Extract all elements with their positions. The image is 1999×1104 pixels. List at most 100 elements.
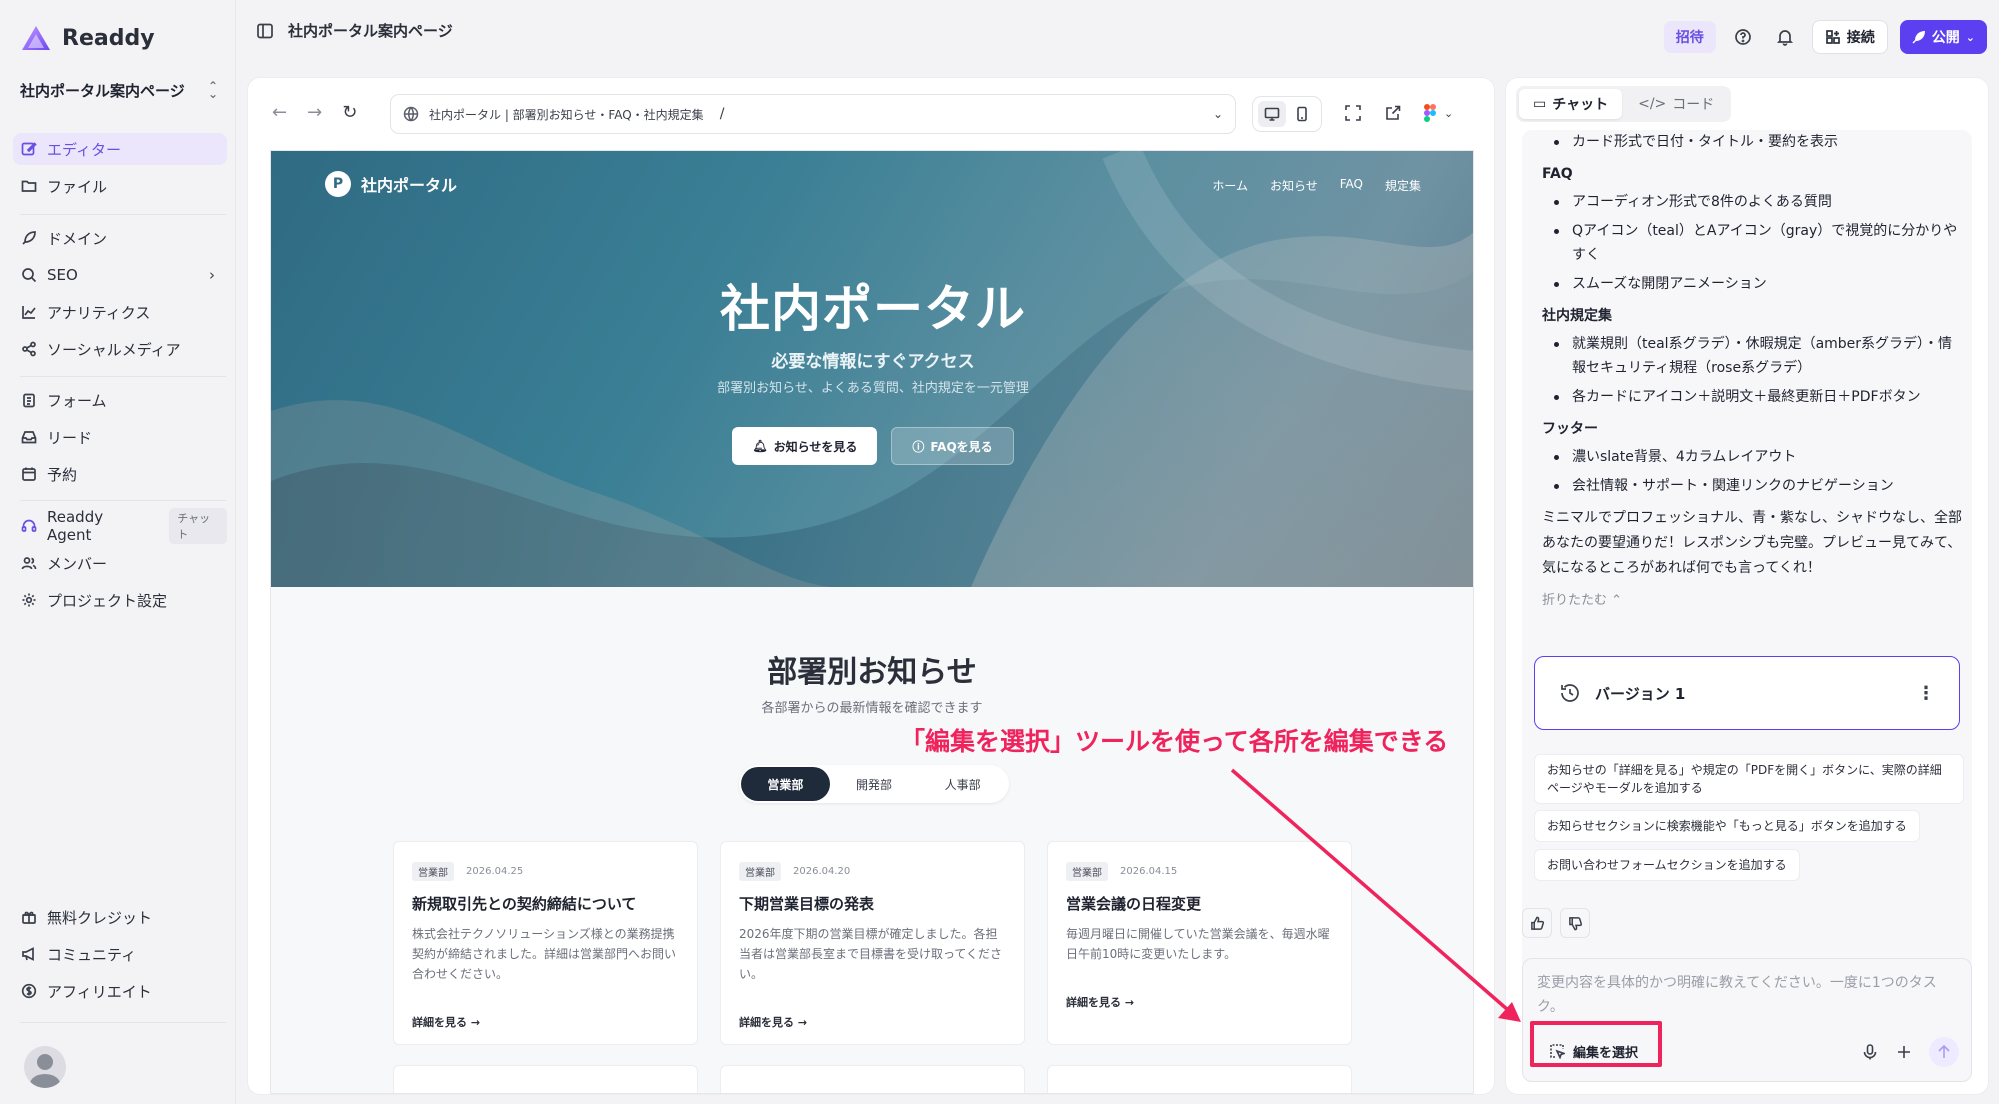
news-card[interactable]: 営業部 2026.04.20 下期営業目標の発表 2026年度下期の営業目標が確定… [720, 841, 1025, 1045]
rules-heading: 社内規定集 [1542, 308, 1612, 324]
view-faq-button[interactable]: ⓘ FAQを見る [891, 427, 1014, 465]
browser-nav: ← → ↻ [272, 102, 357, 123]
view-news-button[interactable]: 🔔︎ お知らせを見る [732, 427, 878, 465]
connect-button[interactable]: 接続 [1811, 20, 1888, 54]
app-name: Readdy [62, 25, 155, 51]
readdy-logo[interactable]: Readdy [20, 24, 155, 52]
hero-title: 社内ポータル [720, 280, 1026, 338]
version-card[interactable]: バージョン 1 ⋮ [1534, 656, 1960, 730]
site-logo-text: 社内ポータル [361, 176, 458, 195]
tab-code[interactable]: </> コード [1624, 89, 1728, 119]
mobile-view-button[interactable] [1288, 101, 1316, 127]
microphone-icon[interactable] [1861, 1043, 1879, 1061]
site-preview[interactable]: P 社内ポータル ホーム お知らせ FAQ 規定集 社内ポータル 必要な情報にす… [270, 150, 1474, 1094]
forward-arrow-icon[interactable]: → [307, 102, 322, 123]
suggestion-chip[interactable]: お知らせの「詳細を見る」や規定の「PDFを開く」ボタンに、実際の詳細ページやモー… [1534, 754, 1964, 804]
fullscreen-icon[interactable] [1344, 104, 1362, 122]
sidebar-item-label: リード [47, 428, 93, 447]
news-date: 2026.04.25 [466, 866, 524, 877]
thumbs-up-button[interactable] [1522, 908, 1552, 938]
desktop-view-button[interactable] [1258, 101, 1286, 127]
site-nav-faq[interactable]: FAQ [1340, 177, 1363, 194]
collapse-toggle[interactable]: 折りたたむ ⌃ [1542, 589, 1966, 613]
news-card-partial[interactable] [1047, 1065, 1352, 1093]
news-section-title: 部署別お知らせ [767, 655, 977, 690]
suggestion-chip[interactable]: お知らせセクションに検索機能や「もっと見る」ボタンを追加する [1534, 810, 1920, 842]
sidebar-item-label: SEO [47, 266, 78, 284]
chat-code-tabs: ▭ チャット </> コード [1516, 86, 1732, 122]
notifications-button[interactable] [1770, 22, 1800, 52]
sidebar-item-label: ファイル [47, 177, 108, 196]
thumbs-down-button[interactable] [1560, 908, 1590, 938]
invite-button[interactable]: 招待 [1663, 21, 1716, 53]
news-more-link[interactable]: 詳細を見る → [739, 1014, 807, 1030]
project-selector[interactable]: 社内ポータル案内ページ ⌃ ⌄ [14, 70, 226, 110]
news-card-partial[interactable] [393, 1065, 698, 1093]
sidebar-item-readdy-agent[interactable]: Readdy Agent チャット [13, 508, 227, 544]
news-more-link[interactable]: 詳細を見る → [412, 1014, 480, 1030]
sidebar-item-analytics[interactable]: アナリティクス [13, 296, 227, 328]
device-switcher [1252, 96, 1322, 132]
sidebar-item-members[interactable]: メンバー [13, 547, 227, 579]
preview-panel: ← → ↻ 社内ポータル | 部署別お知らせ・FAQ・社内規定集 / ⌄ ⌄ P… [248, 78, 1494, 1094]
more-options-icon[interactable]: ⋮ [1917, 683, 1935, 704]
composer-tools [1861, 1037, 1959, 1067]
sidebar-toggle-icon[interactable] [256, 22, 274, 40]
bell-icon [1776, 30, 1793, 46]
site-nav-rules[interactable]: 規定集 [1385, 177, 1421, 194]
news-body: 毎週月曜日に開催していた営業会議を、毎週水曜日午前10時に変更いたします。 [1066, 927, 1330, 961]
news-card[interactable]: 営業部 2026.04.15 営業会議の日程変更 毎週月曜日に開催していた営業会議… [1047, 841, 1352, 1045]
send-button[interactable] [1929, 1037, 1959, 1067]
code-icon: </> [1638, 96, 1667, 112]
tab-sales[interactable]: 営業部 [741, 767, 830, 801]
tab-hr[interactable]: 人事部 [918, 767, 1007, 801]
help-button[interactable] [1728, 22, 1758, 52]
site-nav-news[interactable]: お知らせ [1270, 177, 1318, 194]
sidebar-item-forms[interactable]: フォーム [13, 384, 227, 416]
tab-development[interactable]: 開発部 [830, 767, 919, 801]
chat-messages[interactable]: カード形式で日付・タイトル・要約を表示 FAQ アコーディオン形式で8件のよくあ… [1522, 130, 1972, 970]
site-nav-home[interactable]: ホーム [1212, 177, 1248, 194]
rocket-icon [22, 231, 36, 245]
news-more-link[interactable]: 詳細を見る → [1066, 994, 1134, 1010]
sidebar-item-label: 無料クレジット [47, 908, 153, 927]
sidebar-divider [20, 376, 226, 377]
tab-chat[interactable]: ▭ チャット [1519, 89, 1623, 119]
publish-button[interactable]: 公開 ⌄ [1899, 20, 1987, 54]
back-arrow-icon[interactable]: ← [272, 102, 287, 123]
figma-menu[interactable]: ⌄ [1424, 104, 1453, 122]
news-card-partial[interactable] [720, 1065, 1025, 1093]
user-avatar[interactable] [24, 1046, 66, 1088]
sidebar-item-editor[interactable]: エディター [13, 133, 227, 165]
chevron-down-icon[interactable]: ⌄ [1213, 107, 1223, 121]
sidebar-item-label: ドメイン [47, 229, 108, 248]
sidebar-item-leads[interactable]: リード [13, 421, 227, 453]
url-bar[interactable]: 社内ポータル | 部署別お知らせ・FAQ・社内規定集 / ⌄ [390, 94, 1236, 134]
sidebar-divider [20, 500, 226, 501]
news-card[interactable]: 営業部 2026.04.25 新規取引先との契約締結について 株式会社テクノソリュ… [393, 841, 698, 1045]
news-title: 下期営業目標の発表 [739, 895, 875, 913]
sidebar-item-social[interactable]: ソーシャルメディア [13, 333, 227, 365]
reload-icon[interactable]: ↻ [342, 102, 357, 123]
sidebar-item-project-settings[interactable]: プロジェクト設定 [13, 584, 227, 616]
plus-icon[interactable] [1895, 1043, 1913, 1061]
sidebar-item-booking[interactable]: 予約 [13, 458, 227, 490]
gift-icon [22, 911, 36, 924]
sidebar-item-affiliate[interactable]: アフィリエイト [13, 975, 227, 1007]
sidebar-divider [20, 1022, 226, 1023]
site-logo[interactable]: P 社内ポータル [325, 171, 457, 197]
sidebar-item-files[interactable]: ファイル [13, 170, 227, 202]
sidebar-item-free-credits[interactable]: 無料クレジット [13, 901, 227, 933]
chat-input[interactable]: 変更内容を具体的かつ明確に教えてください。一度に1つのタスク。 [1537, 971, 1957, 1019]
gear-icon [22, 593, 36, 607]
sidebar-item-domain[interactable]: ドメイン [13, 222, 227, 254]
department-tabs: 営業部 開発部 人事部 [739, 765, 1009, 803]
suggestion-chip[interactable]: お問い合わせフォームセクションを追加する [1534, 849, 1800, 881]
dept-badge: 営業部 [412, 862, 454, 881]
news-date: 2026.04.15 [1120, 866, 1178, 877]
external-link-icon[interactable] [1384, 104, 1402, 122]
sidebar-item-community[interactable]: コミュニティ [13, 938, 227, 970]
sidebar-item-label: アフィリエイト [47, 982, 152, 1001]
news-title: 営業会議の日程変更 [1066, 895, 1202, 913]
sidebar-item-seo[interactable]: SEO › [13, 259, 227, 291]
